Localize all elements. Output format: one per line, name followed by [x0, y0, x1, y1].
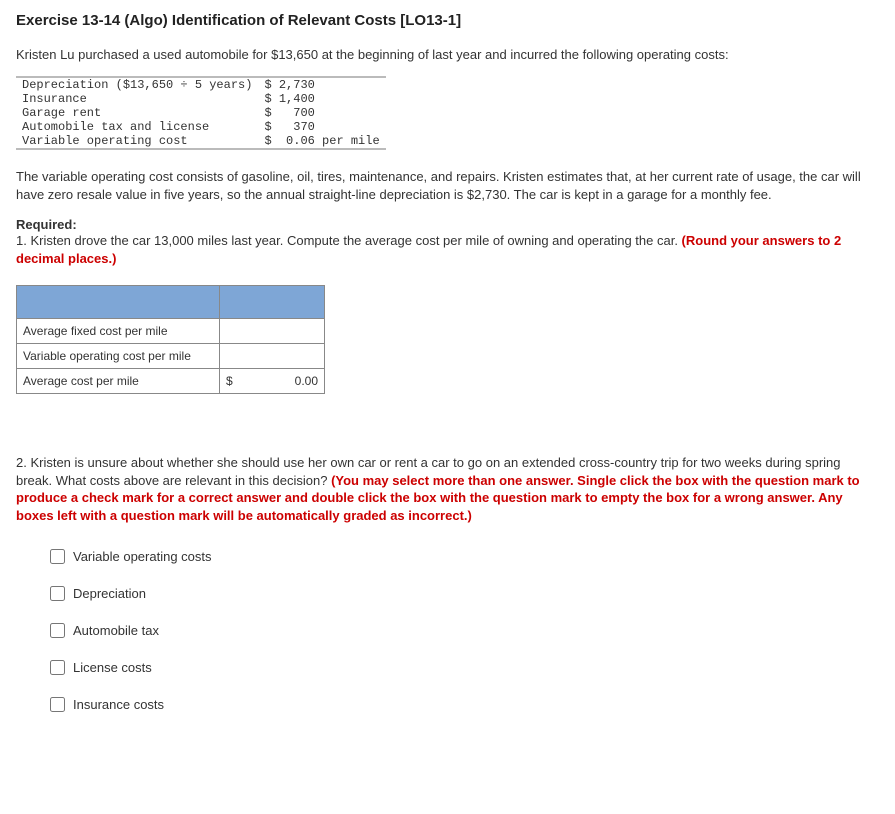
answer-total-cell: 0.00 [238, 369, 325, 394]
answer-row-label: Average cost per mile [17, 369, 220, 394]
option-license-costs: License costs [46, 657, 879, 678]
answer-input-cell[interactable] [220, 319, 325, 344]
cost-label: Automobile tax and license [16, 120, 258, 134]
cost-amount: $ 700 [258, 106, 385, 120]
answer-row-label: Variable operating cost per mile [17, 344, 220, 369]
exercise-title: Exercise 13-14 (Algo) Identification of … [16, 12, 879, 29]
option-depreciation: Depreciation [46, 583, 879, 604]
option-automobile-tax: Automobile tax [46, 620, 879, 641]
cost-amount: $ 0.06 per mile [258, 134, 385, 149]
checkbox-license-costs[interactable] [50, 660, 65, 675]
cost-label: Insurance [16, 92, 258, 106]
option-insurance-costs: Insurance costs [46, 694, 879, 715]
checkbox-insurance-costs[interactable] [50, 697, 65, 712]
cost-amount: $ 370 [258, 120, 385, 134]
option-label: Automobile tax [73, 623, 159, 638]
answer-input-cell[interactable] [220, 344, 325, 369]
checkbox-variable-costs[interactable] [50, 549, 65, 564]
option-variable-costs: Variable operating costs [46, 546, 879, 567]
required-heading: Required: [16, 217, 879, 232]
answer-header-blank [17, 286, 220, 319]
description-text: The variable operating cost consists of … [16, 168, 879, 203]
answer-row-label: Average fixed cost per mile [17, 319, 220, 344]
option-label: License costs [73, 660, 152, 675]
cost-label: Depreciation ($13,650 ÷ 5 years) [16, 77, 258, 92]
cost-amount: $ 1,400 [258, 92, 385, 106]
checkbox-group: Variable operating costs Depreciation Au… [46, 546, 879, 715]
operating-cost-table: Depreciation ($13,650 ÷ 5 years) $ 2,730… [16, 76, 386, 150]
option-label: Insurance costs [73, 697, 164, 712]
answer-table: Average fixed cost per mile Variable ope… [16, 285, 325, 394]
option-label: Depreciation [73, 586, 146, 601]
dollar-sign: $ [220, 369, 239, 394]
question-1-text: 1. Kristen drove the car 13,000 miles la… [16, 232, 879, 267]
checkbox-automobile-tax[interactable] [50, 623, 65, 638]
cost-label: Variable operating cost [16, 134, 258, 149]
cost-amount: $ 2,730 [258, 77, 385, 92]
intro-text: Kristen Lu purchased a used automobile f… [16, 47, 879, 62]
answer-header-blank [220, 286, 325, 319]
checkbox-depreciation[interactable] [50, 586, 65, 601]
cost-label: Garage rent [16, 106, 258, 120]
question-2-text: 2. Kristen is unsure about whether she s… [16, 454, 879, 524]
q1-prefix: 1. Kristen drove the car 13,000 miles la… [16, 233, 682, 248]
option-label: Variable operating costs [73, 549, 212, 564]
